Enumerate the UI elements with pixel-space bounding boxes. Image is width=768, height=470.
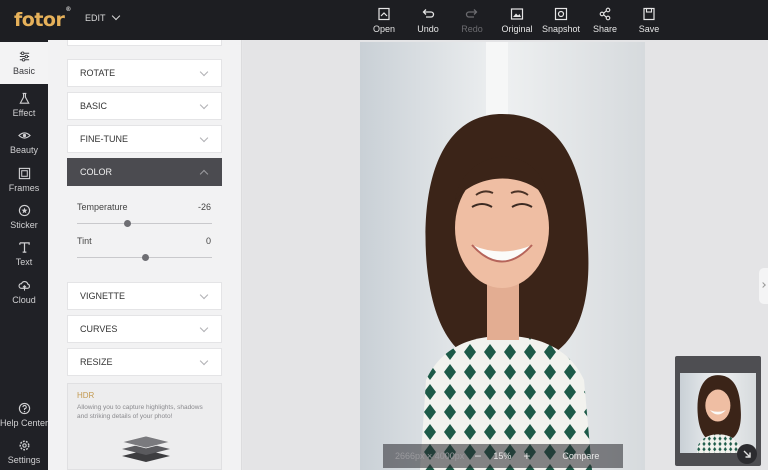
rail-item-help-center[interactable]: Help Center [0, 394, 48, 436]
chevron-down-icon [111, 11, 120, 21]
tint-slider[interactable] [77, 254, 212, 261]
arrow-down-right-icon [743, 450, 751, 458]
section-color[interactable]: COLOR [67, 158, 222, 186]
settings-icon [18, 440, 30, 451]
rail-item-basic[interactable]: Basic [0, 42, 48, 84]
edited-photo[interactable] [360, 42, 645, 470]
rail-item-text[interactable]: Text [0, 233, 48, 275]
help-icon [18, 402, 30, 415]
original-icon [510, 8, 524, 20]
fotor-logo[interactable]: fotor® [14, 6, 71, 31]
eye-icon [17, 132, 31, 139]
save-icon [643, 7, 655, 21]
section-basic[interactable]: BASIC [67, 92, 222, 120]
edit-mode-dropdown[interactable]: EDIT [85, 11, 120, 23]
hdr-feature-card[interactable]: HDR Allowing you to capture highlights, … [67, 383, 222, 470]
navigator-panel [675, 356, 761, 466]
share-icon [599, 7, 611, 21]
temperature-slider[interactable] [77, 220, 212, 227]
layers-icon [121, 435, 171, 462]
chevron-right-icon [760, 282, 766, 288]
text-icon [18, 242, 30, 253]
chevron-down-icon [199, 133, 209, 143]
photo-canvas: 2666px × 4000px − 15% + Compare [243, 40, 768, 470]
chevron-down-icon [199, 323, 209, 333]
redo-icon [465, 9, 478, 18]
left-tool-rail: Basic Effect Beauty Frames Sticker Text … [0, 40, 48, 470]
flask-icon [18, 92, 30, 104]
temperature-value: -26 [197, 202, 211, 212]
section-vignette[interactable]: VIGNETTE [67, 282, 222, 310]
rail-item-beauty[interactable]: Beauty [0, 121, 48, 163]
cloud-icon [18, 280, 30, 291]
undo-icon [422, 9, 435, 18]
hdr-title: HDR [77, 391, 95, 400]
rail-item-settings[interactable]: Settings [0, 431, 48, 470]
tint-label: Tint [77, 236, 92, 246]
zoom-percentage: 15% [493, 451, 512, 461]
section-curves[interactable]: CURVES [67, 315, 222, 343]
rail-item-sticker[interactable]: Sticker [0, 196, 48, 238]
collapsed-section-stub [67, 40, 222, 46]
chevron-up-icon [199, 169, 209, 179]
sliders-icon [19, 51, 29, 62]
zoom-bar: 2666px × 4000px − 15% + Compare [383, 444, 623, 468]
navigator-thumbnail[interactable] [680, 373, 756, 453]
tint-slider-handle[interactable] [141, 254, 149, 261]
chevron-down-icon [199, 100, 209, 110]
mode-label: EDIT [85, 13, 106, 23]
top-toolbar: fotor® EDIT Open Undo Redo Original Snap… [0, 0, 768, 40]
rail-item-frames[interactable]: Frames [0, 159, 48, 201]
right-panel-toggle[interactable] [759, 268, 768, 304]
portrait-image [360, 42, 645, 470]
rail-item-cloud[interactable]: Cloud [0, 271, 48, 313]
temperature-label: Temperature [77, 202, 128, 212]
rail-item-effect[interactable]: Effect [0, 84, 48, 126]
collapse-navigator-button[interactable] [737, 444, 757, 464]
tint-value: 0 [205, 236, 211, 246]
section-resize[interactable]: RESIZE [67, 348, 222, 376]
sticker-icon [18, 204, 30, 217]
section-fine-tune[interactable]: FINE-TUNE [67, 125, 222, 153]
temperature-slider-handle[interactable] [123, 220, 131, 227]
open-icon [378, 7, 390, 21]
chevron-down-icon [199, 290, 209, 300]
image-dimensions: 2666px × 4000px [395, 451, 465, 461]
frame-icon [18, 167, 30, 180]
save-button[interactable]: Save [623, 7, 675, 34]
compare-button[interactable]: Compare [562, 451, 599, 461]
section-rotate[interactable]: ROTATE [67, 59, 222, 87]
thumbnail-image [680, 373, 756, 453]
adjustment-panel: ROTATE BASIC FINE-TUNE COLOR Temperature… [48, 40, 242, 470]
hdr-description: Allowing you to capture highlights, shad… [77, 404, 203, 420]
chevron-down-icon [199, 67, 209, 77]
snapshot-icon [554, 7, 568, 21]
zoom-out-button[interactable]: − [474, 449, 481, 463]
chevron-down-icon [199, 356, 209, 366]
zoom-in-button[interactable]: + [523, 449, 530, 463]
